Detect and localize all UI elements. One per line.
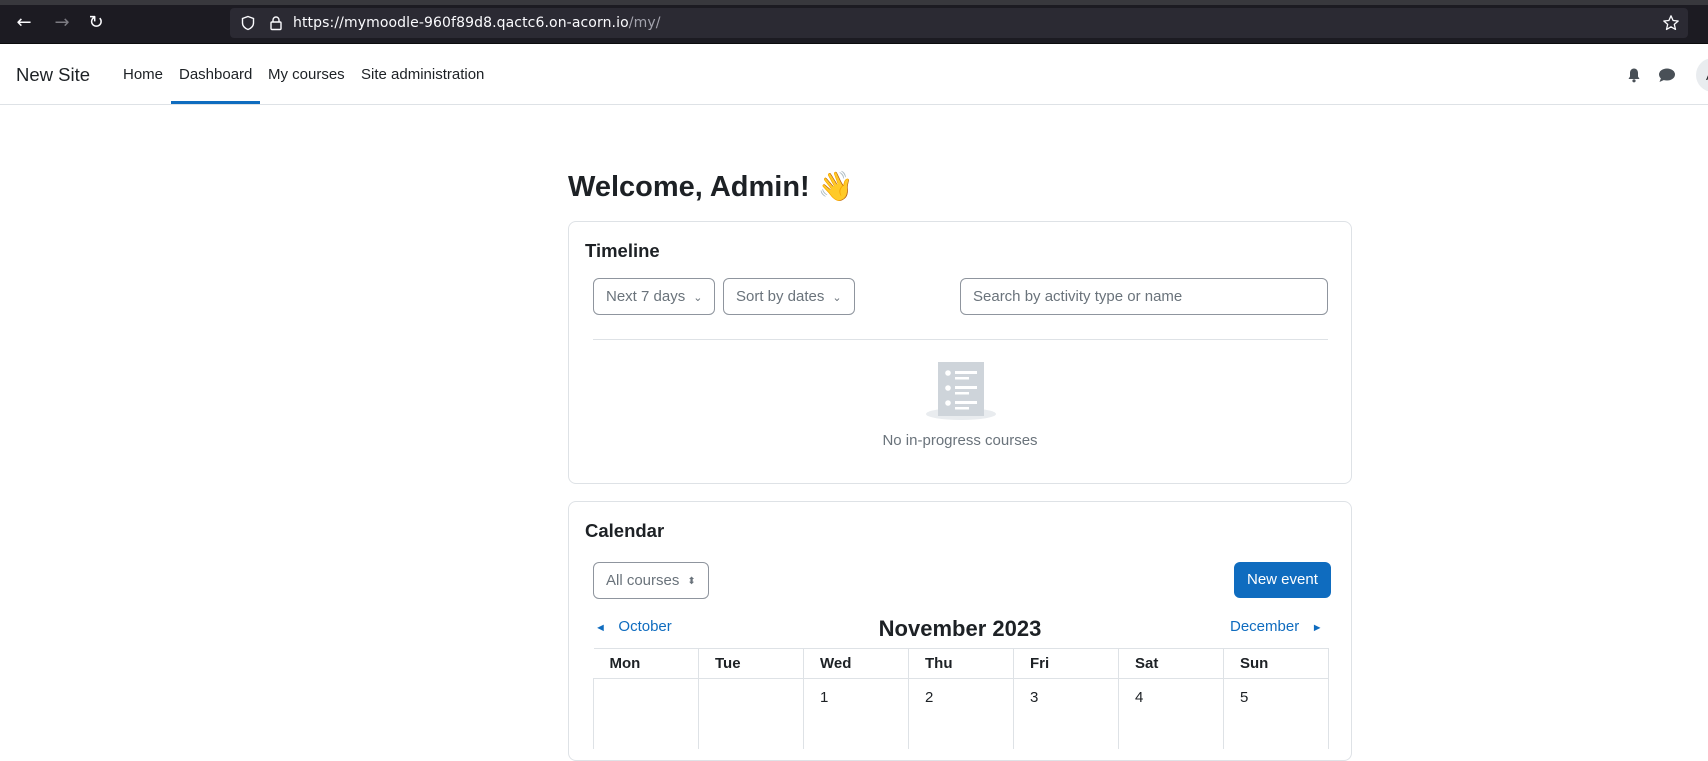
weekday-header: Thu	[908, 648, 1014, 679]
timeline-title: Timeline	[585, 240, 660, 261]
calendar-day-cell[interactable]: 3	[1013, 678, 1119, 749]
timeline-search-input[interactable]: Search by activity type or name	[960, 278, 1328, 315]
sort-arrows-icon: ⬍	[687, 575, 696, 587]
empty-list-icon	[926, 362, 996, 420]
forward-arrow-icon[interactable]: →	[52, 13, 72, 33]
timeline-sort-label: Sort by dates	[736, 288, 825, 305]
nav-dashboard[interactable]: Dashboard	[171, 66, 261, 104]
browser-toolbar: ← → ↻ https://mymoodle-960f89d8.qactc6.o…	[0, 0, 1708, 44]
lock-icon[interactable]	[268, 15, 284, 31]
calendar-title: Calendar	[585, 520, 665, 541]
url-host: https://mymoodle-960f89d8.qactc6.on-acor…	[293, 15, 629, 31]
next-month-link[interactable]: December ►	[1230, 618, 1323, 635]
calendar-course-label: All courses	[606, 572, 680, 589]
timeline-range-label: Next 7 days	[606, 288, 686, 305]
weekday-header: Mon	[593, 648, 699, 679]
page-title: Welcome, Admin! 👋	[568, 171, 854, 203]
chevron-down-icon: ⌄	[693, 291, 703, 304]
calendar-day-cell[interactable]: 1	[803, 678, 909, 749]
nav-home[interactable]: Home	[115, 66, 171, 104]
timeline-sort-select[interactable]: Sort by dates ⌄	[723, 278, 855, 315]
right-triangle-icon: ►	[1311, 622, 1323, 634]
bell-icon[interactable]	[1626, 67, 1642, 83]
weekday-header: Wed	[803, 648, 909, 679]
timeline-empty-message: No in-progress courses	[882, 432, 1038, 449]
calendar-week-row: 1 2 3 4 5	[593, 678, 1329, 749]
calendar-day-cell[interactable]: 5	[1223, 678, 1329, 749]
timeline-block: Timeline Next 7 days ⌄ Sort by dates ⌄ Sea…	[568, 221, 1352, 484]
timeline-range-select[interactable]: Next 7 days ⌄	[593, 278, 716, 315]
reload-icon[interactable]: ↻	[86, 13, 106, 33]
calendar-month-table: Mon Tue Wed Thu Fri Sat Sun 1 2 3 4 5	[593, 648, 1329, 749]
nav-site-administration[interactable]: Site administration	[353, 66, 492, 104]
calendar-day-cell[interactable]: 2	[908, 678, 1014, 749]
site-brand[interactable]: New Site	[16, 64, 90, 86]
weekday-header: Sun	[1223, 648, 1329, 679]
user-avatar[interactable]: A	[1696, 58, 1708, 92]
calendar-course-select[interactable]: All courses ⬍	[593, 562, 709, 599]
site-navbar: New Site Home Dashboard My courses Site …	[0, 45, 1708, 105]
back-arrow-icon[interactable]: ←	[14, 13, 34, 33]
next-month-label: December	[1230, 618, 1300, 635]
calendar-block: Calendar All courses ⬍ New event ◄ Octobe…	[568, 501, 1352, 761]
calendar-day-cell[interactable]: 4	[1118, 678, 1224, 749]
timeline-divider	[593, 339, 1328, 340]
url-bar[interactable]: https://mymoodle-960f89d8.qactc6.on-acor…	[230, 8, 1688, 38]
calendar-day-cell-empty	[593, 678, 699, 749]
url-text[interactable]: https://mymoodle-960f89d8.qactc6.on-acor…	[293, 15, 661, 31]
new-event-button[interactable]: New event	[1234, 562, 1331, 598]
url-path: /my/	[628, 15, 661, 31]
weekday-header: Sat	[1118, 648, 1224, 679]
chat-bubble-icon[interactable]	[1658, 67, 1676, 83]
browser-tabstrip-edge	[0, 0, 1708, 5]
chevron-down-icon: ⌄	[832, 291, 842, 304]
weekday-header: Tue	[698, 648, 804, 679]
nav-my-courses[interactable]: My courses	[260, 66, 353, 104]
weekday-header: Fri	[1013, 648, 1119, 679]
calendar-day-cell-empty	[698, 678, 804, 749]
shield-icon[interactable]	[240, 15, 256, 31]
bookmark-star-icon[interactable]	[1662, 14, 1680, 32]
